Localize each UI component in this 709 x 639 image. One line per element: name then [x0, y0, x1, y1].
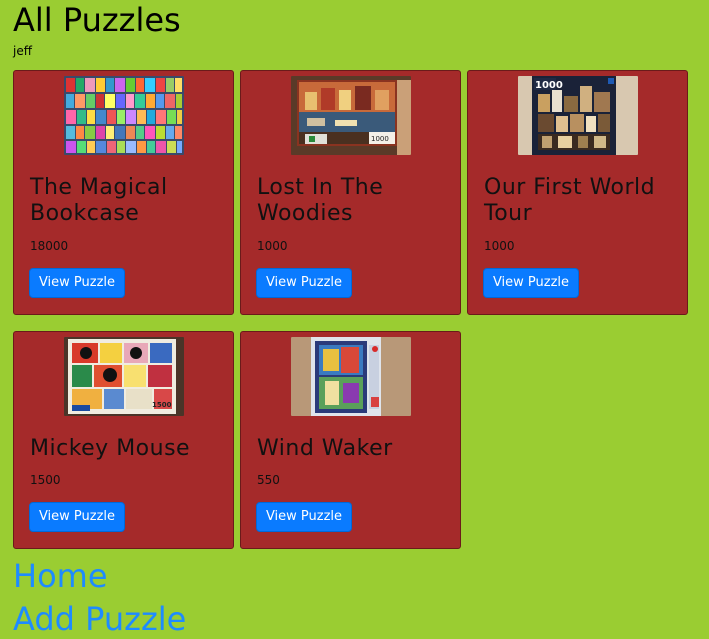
- puzzle-title: The Magical Bookcase: [30, 175, 168, 226]
- piece-count: 1000: [484, 239, 515, 253]
- piece-count: 18000: [30, 239, 69, 253]
- home-link[interactable]: Home: [13, 558, 108, 594]
- puzzle-title: Wind Waker: [257, 436, 393, 461]
- puzzle-card: The Magical Bookcase 18000 View Puzzle: [13, 70, 234, 315]
- puzzle-image-wind-waker[interactable]: [291, 337, 411, 416]
- svg-text:1000: 1000: [371, 135, 389, 143]
- puzzle-title: Mickey Mouse: [30, 436, 191, 461]
- puzzle-thumbnail: [64, 76, 184, 155]
- puzzle-card: Wind Waker 550 View Puzzle: [240, 331, 461, 549]
- puzzle-image-woodies[interactable]: 1000: [291, 76, 411, 155]
- puzzle-title: Lost In The Woodies: [257, 175, 384, 226]
- puzzle-image-mickey[interactable]: 1500: [64, 337, 184, 416]
- view-puzzle-button[interactable]: View Puzzle: [29, 268, 125, 298]
- svg-text:1000: 1000: [535, 80, 563, 91]
- piece-count: 1500: [30, 473, 61, 487]
- svg-text:1500: 1500: [152, 401, 172, 409]
- puzzle-thumbnail: [291, 337, 411, 416]
- view-puzzle-button[interactable]: View Puzzle: [483, 268, 579, 298]
- username-label: jeff: [13, 44, 32, 58]
- puzzle-thumbnail: 1000: [518, 76, 638, 155]
- puzzle-title: Our First World Tour: [484, 175, 656, 226]
- puzzle-image-world-tour[interactable]: 1000: [518, 76, 638, 155]
- puzzle-card: 1000 Our First World Tour 1000 View Puzz…: [467, 70, 688, 315]
- piece-count: 550: [257, 473, 280, 487]
- view-puzzle-button[interactable]: View Puzzle: [29, 502, 125, 532]
- puzzle-thumbnail: 1000: [291, 76, 411, 155]
- piece-count: 1000: [257, 239, 288, 253]
- add-puzzle-link[interactable]: Add Puzzle: [13, 601, 186, 637]
- view-puzzle-button[interactable]: View Puzzle: [256, 502, 352, 532]
- puzzle-card: 1000 Lost In The Woodies 1000 View Puzzl…: [240, 70, 461, 315]
- puzzle-card: 1500 Mickey Mouse 1500 View Puzzle: [13, 331, 234, 549]
- puzzle-thumbnail: 1500: [64, 337, 184, 416]
- view-puzzle-button[interactable]: View Puzzle: [256, 268, 352, 298]
- page-title: All Puzzles: [13, 1, 181, 39]
- puzzle-image-bookcase[interactable]: [64, 76, 184, 155]
